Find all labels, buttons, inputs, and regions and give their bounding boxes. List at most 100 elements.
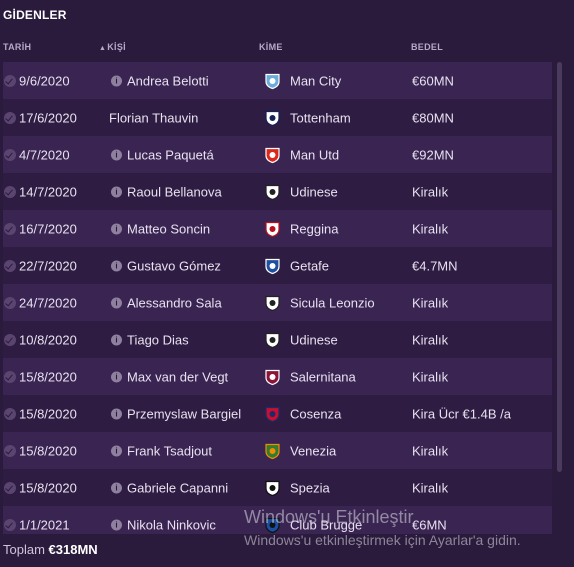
info-icon[interactable]: i xyxy=(111,445,122,456)
club-name-link[interactable]: Club Brugge xyxy=(290,517,362,532)
check-icon xyxy=(4,259,16,272)
table-row[interactable]: 24/7/2020 i Alessandro Sala Sicula Leonzio K… xyxy=(3,284,552,321)
club-name-link[interactable]: Salernitana xyxy=(290,369,356,384)
transfer-date: 14/7/2020 xyxy=(19,184,77,199)
table-row[interactable]: 4/7/2020 i Lucas Paquetá Man Utd €92MN xyxy=(3,136,552,173)
check-icon xyxy=(4,74,16,87)
player-name-link[interactable]: Andrea Belotti xyxy=(127,73,209,88)
sicula-leonzio-crest-icon xyxy=(265,295,280,311)
scrollbar[interactable] xyxy=(557,62,562,472)
transfer-fee: Kiralık xyxy=(412,369,449,384)
club-name-link[interactable]: Getafe xyxy=(290,258,329,273)
player-name-link[interactable]: Lucas Paquetá xyxy=(127,147,214,162)
table-row[interactable]: 17/6/2020 Florian Thauvin Tottenham €80MN xyxy=(3,99,552,136)
player-name-link[interactable]: Tiago Dias xyxy=(127,332,189,347)
player-name-link[interactable]: Frank Tsadjout xyxy=(127,443,212,458)
player-name-link[interactable]: Max van der Vegt xyxy=(127,369,228,384)
transfer-fee: €6MN xyxy=(412,517,447,532)
tottenham-crest-icon xyxy=(265,110,280,126)
info-icon[interactable]: i xyxy=(111,519,122,530)
player-name-link[interactable]: Raoul Bellanova xyxy=(127,184,222,199)
total-label: Toplam xyxy=(3,542,45,557)
check-icon xyxy=(4,148,16,161)
transfer-date: 15/8/2020 xyxy=(19,443,77,458)
player-name-link[interactable]: Matteo Soncin xyxy=(127,221,210,236)
info-icon[interactable]: i xyxy=(111,149,122,160)
column-header-date[interactable]: TARİH xyxy=(3,42,31,52)
column-header-player-label: KİŞİ xyxy=(107,42,126,52)
check-icon xyxy=(4,407,16,420)
info-icon[interactable]: i xyxy=(111,75,122,86)
table-row[interactable]: 14/7/2020 i Raoul Bellanova Udinese Kiralık xyxy=(3,173,552,210)
transfer-date: 1/1/2021 xyxy=(19,517,70,532)
total-summary: Toplam €318MN xyxy=(3,542,98,557)
column-header-fee[interactable]: BEDEL xyxy=(411,42,443,52)
transfer-fee: Kiralık xyxy=(412,221,449,236)
watermark-subtitle: Windows'u etkinleştirmek için Ayarlar'a … xyxy=(244,532,521,548)
transfer-fee: €80MN xyxy=(412,110,454,125)
club-name-link[interactable]: Reggina xyxy=(290,221,338,236)
transfer-date: 15/8/2020 xyxy=(19,369,77,384)
info-icon[interactable]: i xyxy=(111,297,122,308)
club-name-link[interactable]: Tottenham xyxy=(290,110,351,125)
column-header-to[interactable]: KİME xyxy=(259,42,283,52)
info-icon[interactable]: i xyxy=(111,334,122,345)
check-icon xyxy=(4,518,16,531)
club-brugge-crest-icon xyxy=(265,517,280,533)
panel-title: GİDENLER xyxy=(3,8,67,22)
transfer-fee: Kiralık xyxy=(412,332,449,347)
club-name-link[interactable]: Cosenza xyxy=(290,406,341,421)
player-name-link[interactable]: Florian Thauvin xyxy=(109,110,198,125)
check-icon xyxy=(4,111,16,124)
club-name-link[interactable]: Man Utd xyxy=(290,147,339,162)
transfer-fee: €60MN xyxy=(412,73,454,88)
transfer-date: 16/7/2020 xyxy=(19,221,77,236)
transfers-table: 9/6/2020 i Andrea Belotti Man City €60MN 17/6… xyxy=(3,62,552,534)
player-name-link[interactable]: Gustavo Gómez xyxy=(127,258,221,273)
cosenza-crest-icon xyxy=(265,406,280,422)
table-row[interactable]: 15/8/2020 i Frank Tsadjout Venezia Kiralık xyxy=(3,432,552,469)
info-icon[interactable]: i xyxy=(111,186,122,197)
info-icon[interactable]: i xyxy=(111,371,122,382)
udinese-crest-icon xyxy=(265,332,280,348)
info-icon[interactable]: i xyxy=(111,260,122,271)
info-icon[interactable]: i xyxy=(111,482,122,493)
check-icon xyxy=(4,333,16,346)
transfer-date: 4/7/2020 xyxy=(19,147,70,162)
table-row[interactable]: 10/8/2020 i Tiago Dias Udinese Kiralık xyxy=(3,321,552,358)
transfer-date: 9/6/2020 xyxy=(19,73,70,88)
table-row[interactable]: 15/8/2020 i Max van der Vegt Salernitana Kir… xyxy=(3,358,552,395)
info-icon[interactable]: i xyxy=(111,223,122,234)
table-row[interactable]: 22/7/2020 i Gustavo Gómez Getafe €4.7MN xyxy=(3,247,552,284)
table-row[interactable]: 15/8/2020 i Przemyslaw Bargiel Cosenza Kira … xyxy=(3,395,552,432)
player-name-link[interactable]: Alessandro Sala xyxy=(127,295,222,310)
column-header-player[interactable]: ▲KİŞİ xyxy=(99,42,126,52)
club-name-link[interactable]: Spezia xyxy=(290,480,330,495)
club-name-link[interactable]: Man City xyxy=(290,73,341,88)
transfer-date: 15/8/2020 xyxy=(19,480,77,495)
info-icon[interactable]: i xyxy=(111,408,122,419)
club-name-link[interactable]: Venezia xyxy=(290,443,336,458)
club-name-link[interactable]: Udinese xyxy=(290,332,338,347)
check-icon xyxy=(4,296,16,309)
transfer-date: 10/8/2020 xyxy=(19,332,77,347)
player-name-link[interactable]: Przemyslaw Bargiel xyxy=(127,406,241,421)
transfer-fee: Kiralık xyxy=(412,443,449,458)
transfer-date: 15/8/2020 xyxy=(19,406,77,421)
club-name-link[interactable]: Udinese xyxy=(290,184,338,199)
venezia-crest-icon xyxy=(265,443,280,459)
transfer-fee: Kiralık xyxy=(412,295,449,310)
table-row[interactable]: 16/7/2020 i Matteo Soncin Reggina Kiralık xyxy=(3,210,552,247)
club-name-link[interactable]: Sicula Leonzio xyxy=(290,295,375,310)
table-row[interactable]: 1/1/2021 i Nikola Ninkovic Club Brugge €6MN xyxy=(3,506,552,534)
sort-ascending-icon: ▲ xyxy=(99,45,107,52)
transfer-date: 17/6/2020 xyxy=(19,110,77,125)
reggina-crest-icon xyxy=(265,221,280,237)
salernitana-crest-icon xyxy=(265,369,280,385)
player-name-link[interactable]: Nikola Ninkovic xyxy=(127,517,216,532)
table-row[interactable]: 15/8/2020 i Gabriele Capanni Spezia Kiralık xyxy=(3,469,552,506)
player-name-link[interactable]: Gabriele Capanni xyxy=(127,480,228,495)
check-icon xyxy=(4,185,16,198)
transfer-date: 24/7/2020 xyxy=(19,295,77,310)
table-row[interactable]: 9/6/2020 i Andrea Belotti Man City €60MN xyxy=(3,62,552,99)
